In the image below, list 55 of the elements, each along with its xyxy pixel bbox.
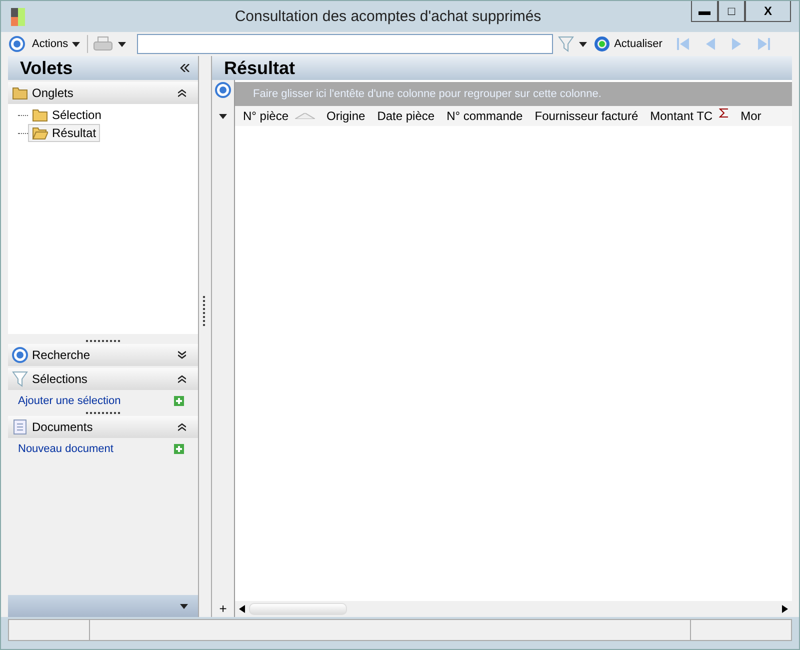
panel-title: Volets	[20, 58, 73, 78]
tree-item[interactable]: Résultat	[28, 124, 100, 142]
section-header[interactable]: Documents	[8, 416, 198, 438]
caret-icon[interactable]	[180, 604, 188, 608]
folder-icon	[12, 85, 28, 101]
maximize-button[interactable]: □	[718, 1, 745, 22]
column-header[interactable]: N° pièce	[243, 109, 314, 123]
collapse-icon[interactable]	[180, 64, 190, 72]
document-icon	[12, 419, 28, 435]
collapse-icon[interactable]	[178, 375, 186, 383]
panel-title: Résultat	[224, 58, 296, 78]
tree-item[interactable]: Sélection	[28, 106, 106, 124]
close-button[interactable]: X	[745, 1, 791, 22]
target-icon	[12, 347, 28, 363]
search-field[interactable]	[137, 34, 554, 54]
add-icon[interactable]	[174, 444, 184, 454]
section-title: Documents	[32, 420, 94, 434]
section-header[interactable]: Sélections	[8, 368, 198, 390]
column-header[interactable]: Mor	[740, 109, 762, 123]
section-header[interactable]: Onglets	[8, 82, 198, 104]
target-icon[interactable]	[215, 82, 231, 98]
section-title: Onglets	[32, 86, 74, 100]
group-hint: Faire glisser ici l'entête d'une colonne pour regrouper sur cette colonne.	[253, 88, 602, 100]
column-header[interactable]: Date pièce	[377, 109, 435, 123]
add-link[interactable]: Nouveau document	[18, 443, 114, 455]
horizontal-scrollbar[interactable]	[235, 601, 792, 617]
caret-icon	[72, 42, 80, 46]
column-header[interactable]: Montant TC	[650, 109, 729, 123]
filter-icon[interactable]	[558, 36, 574, 52]
window-title: Consultation des acomptes d'achat supprimés	[234, 8, 542, 25]
target-icon[interactable]	[9, 36, 25, 52]
column-header[interactable]: Origine	[326, 109, 366, 123]
app-icon	[11, 8, 25, 26]
left-arrow-icon[interactable]	[239, 605, 245, 613]
column-header[interactable]: N° commande	[446, 109, 523, 123]
section-header[interactable]: Recherche	[8, 344, 198, 366]
column-header[interactable]: Fournisseur facturé	[534, 109, 638, 123]
expand-icon[interactable]	[178, 351, 186, 359]
filter-icon	[12, 371, 28, 387]
caret-icon[interactable]	[579, 42, 588, 46]
add-icon[interactable]	[174, 396, 184, 406]
add-row-button[interactable]: +	[219, 601, 227, 616]
open-folder-icon	[32, 125, 48, 141]
minimize-button[interactable]: ▬	[691, 1, 718, 22]
collapse-icon[interactable]	[178, 423, 186, 431]
refresh-button[interactable]: Actualiser	[592, 34, 664, 54]
section-title: Recherche	[32, 348, 92, 362]
actions-button[interactable]: Actions	[30, 36, 82, 52]
collapse-icon[interactable]	[178, 89, 186, 97]
caret-icon[interactable]	[118, 42, 126, 46]
add-link[interactable]: Ajouter une sélection	[18, 395, 121, 407]
caret-icon[interactable]	[219, 114, 227, 119]
right-arrow-icon[interactable]	[782, 605, 788, 613]
section-title: Sélections	[32, 372, 88, 386]
refresh-icon	[594, 36, 610, 52]
